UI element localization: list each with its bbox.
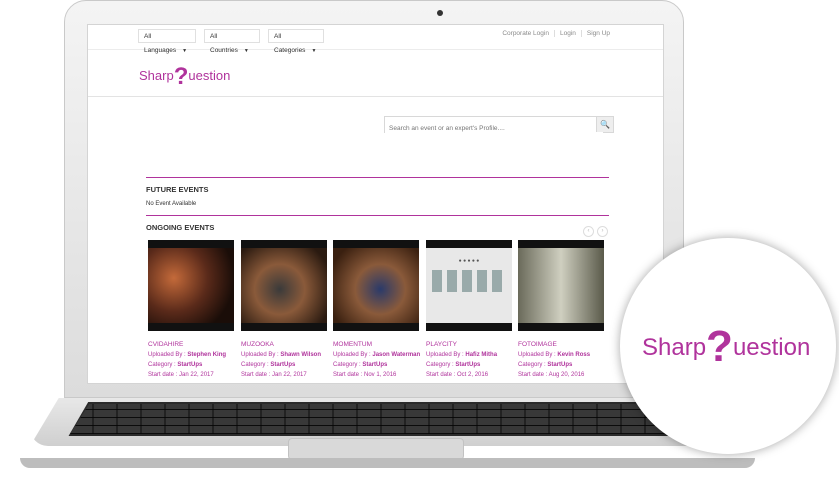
event-start-date: Start date : Nov 1, 2016 (333, 372, 397, 378)
event-category: Category : StartUps (426, 362, 481, 368)
event-uploader: Uploaded By : Kevin Ross (518, 352, 591, 358)
ongoing-events-section: ONGOING EVENTS (146, 215, 609, 232)
event-category: Category : StartUps (333, 362, 388, 368)
divider (146, 215, 609, 216)
event-card[interactable]: FOTOIMAGE Uploaded By : Kevin Ross Categ… (518, 240, 604, 378)
sign-up-link[interactable]: Sign Up (580, 30, 615, 37)
future-events-empty-note: No Event Available (146, 201, 197, 207)
event-uploader: Uploaded By : Hafiz Mitha (426, 352, 498, 358)
search-icon: 🔍 (600, 120, 610, 129)
event-title[interactable]: FOTOIMAGE (518, 341, 604, 348)
search-input[interactable] (385, 121, 603, 136)
top-links: Corporate Login Login Sign Up (497, 30, 615, 37)
event-card[interactable]: CVIDAHIRE Uploaded By : Stephen King Cat… (148, 240, 234, 378)
event-uploader: Uploaded By : Shawn Wilson (241, 352, 321, 358)
event-thumbnail[interactable] (148, 240, 234, 331)
laptop-screen: All Languages ▼ All Countries ▼ All Catego… (87, 24, 664, 384)
logo-text-right: uestion (188, 68, 231, 83)
future-events-section: FUTURE EVENTS No Event Available (146, 177, 609, 207)
event-thumbnail[interactable] (241, 240, 327, 331)
event-uploader: Uploaded By : Jason Waterman (333, 352, 421, 358)
event-category: Category : StartUps (148, 362, 203, 368)
countries-dropdown[interactable]: All Countries ▼ (204, 29, 260, 54)
chevron-right-icon[interactable]: › (597, 226, 608, 237)
search-bar: 🔍 (384, 116, 614, 136)
event-thumbnail[interactable]: ● ● ● ● ● (426, 240, 512, 331)
event-title[interactable]: MOMENTUM (333, 341, 419, 348)
categories-dropdown[interactable]: All Categories ▼ (268, 29, 324, 54)
site-logo[interactable]: Sharp?uestion (139, 59, 231, 90)
badge-logo-question-mark: ? (706, 322, 733, 371)
event-title[interactable]: CVIDAHIRE (148, 341, 234, 348)
event-thumbnail[interactable] (518, 240, 604, 331)
search-button[interactable]: 🔍 (596, 117, 613, 132)
divider (146, 177, 609, 178)
event-category: Category : StartUps (518, 362, 573, 368)
login-link[interactable]: Login (553, 30, 581, 37)
badge-logo: Sharp?uestion (642, 316, 811, 371)
event-start-date: Start date : Jan 22, 2017 (241, 372, 307, 378)
event-start-date: Start date : Jan 22, 2017 (148, 372, 214, 378)
event-category: Category : StartUps (241, 362, 296, 368)
event-start-date: Start date : Oct 2, 2016 (426, 372, 489, 378)
trackpad (288, 438, 464, 460)
chevron-left-icon[interactable]: ‹ (583, 226, 594, 237)
logo-question-mark: ? (173, 63, 189, 90)
event-card[interactable]: MUZOOKA Uploaded By : Shawn Wilson Categ… (241, 240, 327, 378)
keyboard-keys (70, 404, 710, 434)
camera-dot (437, 10, 443, 16)
logo-badge: Sharp?uestion (620, 238, 836, 454)
event-title[interactable]: MUZOOKA (241, 341, 327, 348)
ongoing-events-title: ONGOING EVENTS (146, 223, 215, 232)
header: Sharp?uestion (88, 49, 663, 97)
event-title[interactable]: PLAYCITY (426, 341, 512, 348)
event-thumbnail[interactable] (333, 240, 419, 331)
event-uploader: Uploaded By : Stephen King (148, 352, 227, 358)
top-bar: All Languages ▼ All Countries ▼ All Catego… (88, 25, 663, 54)
future-events-title: FUTURE EVENTS (146, 185, 209, 194)
logo-text-left: Sharp (139, 68, 174, 83)
event-start-date: Start date : Aug 20, 2016 (518, 372, 585, 378)
event-card[interactable]: MOMENTUM Uploaded By : Jason Waterman Ca… (333, 240, 421, 378)
badge-logo-right: uestion (732, 334, 811, 361)
badge-logo-left: Sharp (642, 334, 707, 361)
corporate-login-link[interactable]: Corporate Login (497, 30, 554, 37)
carousel-arrows: ‹ › (580, 219, 608, 237)
event-card[interactable]: ● ● ● ● ● PLAYCITY Uploaded By : Hafiz M… (426, 240, 512, 378)
laptop-lip (20, 458, 755, 468)
languages-dropdown[interactable]: All Languages ▼ (138, 29, 196, 54)
